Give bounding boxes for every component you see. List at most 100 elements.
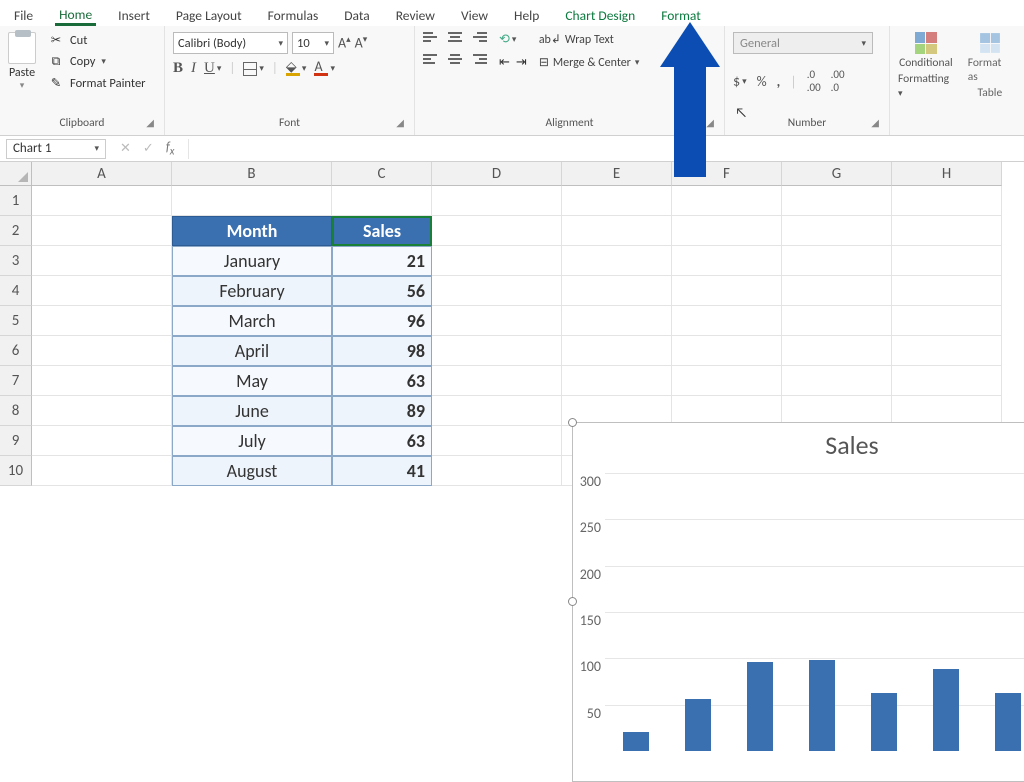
dialog-launcher-icon[interactable]: ◢ (871, 116, 879, 129)
cell[interactable] (892, 186, 1002, 216)
cell[interactable]: 63 (332, 426, 432, 456)
cell[interactable]: 96 (332, 306, 432, 336)
cell[interactable]: July (172, 426, 332, 456)
cell[interactable] (562, 276, 672, 306)
fill-color-button[interactable]: ⬙▾ (286, 61, 307, 76)
col-header[interactable]: G (782, 162, 892, 186)
cell[interactable] (432, 426, 562, 456)
cell[interactable] (432, 306, 562, 336)
cell[interactable]: May (172, 366, 332, 396)
menu-pagelayout[interactable]: Page Layout (172, 5, 246, 26)
cell[interactable] (562, 306, 672, 336)
increase-font-icon[interactable]: A▴ (338, 34, 351, 52)
underline-button[interactable]: U▾ (204, 60, 221, 77)
dialog-launcher-icon[interactable]: ◢ (146, 116, 154, 129)
cancel-icon[interactable]: ✕ (120, 141, 131, 156)
menu-help[interactable]: Help (510, 5, 543, 26)
cell[interactable] (672, 336, 782, 366)
font-name-combo[interactable]: Calibri (Body)▾ (173, 32, 288, 54)
menu-insert[interactable]: Insert (114, 5, 154, 26)
paste-button[interactable]: Paste ▾ (8, 32, 36, 91)
cell[interactable] (32, 216, 172, 246)
fx-icon[interactable]: fx (166, 140, 175, 158)
cell[interactable] (432, 246, 562, 276)
chart-bar[interactable] (685, 699, 711, 751)
row-header[interactable]: 6 (0, 336, 32, 366)
menu-data[interactable]: Data (340, 5, 373, 26)
cell[interactable] (782, 306, 892, 336)
cell[interactable] (432, 336, 562, 366)
cell[interactable] (782, 216, 892, 246)
cell[interactable] (782, 366, 892, 396)
col-header[interactable]: H (892, 162, 1002, 186)
row-header[interactable]: 9 (0, 426, 32, 456)
cell[interactable] (32, 306, 172, 336)
menu-review[interactable]: Review (392, 5, 439, 26)
cell[interactable]: February (172, 276, 332, 306)
chart-title[interactable]: Sales (573, 423, 1024, 463)
cell[interactable] (672, 216, 782, 246)
cell[interactable] (172, 186, 332, 216)
column-headers[interactable]: A B C D E F G H (32, 162, 1024, 186)
wrap-text-button[interactable]: ab↲Wrap Text (539, 32, 640, 47)
row-header[interactable]: 7 (0, 366, 32, 396)
cell[interactable]: 41 (332, 456, 432, 486)
cell[interactable] (672, 186, 782, 216)
cell[interactable]: 56 (332, 276, 432, 306)
cell[interactable]: 89 (332, 396, 432, 426)
cell[interactable] (432, 456, 562, 486)
cell[interactable]: 98 (332, 336, 432, 366)
cell[interactable] (782, 276, 892, 306)
cell[interactable]: March (172, 306, 332, 336)
menu-file[interactable]: File (10, 5, 37, 26)
cell[interactable]: August (172, 456, 332, 486)
menu-chartdesign[interactable]: Chart Design (561, 5, 639, 26)
accounting-format-button[interactable]: $ ▾ (733, 73, 747, 90)
cell[interactable] (32, 426, 172, 456)
chart-bar[interactable] (933, 669, 959, 751)
col-header[interactable]: D (432, 162, 562, 186)
italic-button[interactable]: I (191, 60, 196, 77)
row-header[interactable]: 4 (0, 276, 32, 306)
chart-plot-area[interactable]: 30025020015010050 (605, 473, 1024, 751)
comma-style-button[interactable]: , (777, 73, 781, 90)
cell[interactable] (32, 186, 172, 216)
font-color-button[interactable]: A▾ (314, 61, 335, 76)
cell[interactable] (32, 366, 172, 396)
font-size-combo[interactable]: 10▾ (292, 32, 334, 54)
cell[interactable] (432, 276, 562, 306)
worksheet-grid[interactable]: A B C D E F G H 12MonthSales3January214F… (0, 162, 1024, 486)
cell[interactable] (672, 306, 782, 336)
cell[interactable] (782, 336, 892, 366)
cell[interactable] (332, 186, 432, 216)
number-format-combo[interactable]: General▾ (733, 32, 873, 54)
col-header[interactable]: B (172, 162, 332, 186)
resize-handle[interactable] (568, 418, 577, 427)
decrease-indent-button[interactable]: ⇤ (499, 55, 510, 70)
alignment-buttons[interactable] (423, 32, 487, 70)
cell[interactable] (562, 366, 672, 396)
decrease-font-icon[interactable]: A▾ (355, 34, 368, 52)
row-header[interactable]: 1 (0, 186, 32, 216)
chart-bar[interactable] (809, 660, 835, 751)
dialog-launcher-icon[interactable]: ◢ (396, 116, 404, 129)
row-header[interactable]: 8 (0, 396, 32, 426)
merge-center-button[interactable]: ⊟Merge & Center ▾ (539, 55, 640, 70)
increase-decimal-button[interactable]: .0.00 (807, 68, 821, 94)
menu-home[interactable]: Home (55, 4, 96, 26)
cell[interactable]: 21 (332, 246, 432, 276)
row-header[interactable]: 3 (0, 246, 32, 276)
cell[interactable]: Sales (332, 216, 432, 246)
cell[interactable] (672, 276, 782, 306)
row-header[interactable]: 2 (0, 216, 32, 246)
menu-formulas[interactable]: Formulas (264, 5, 323, 26)
copy-button[interactable]: ⧉Copy ▾ (48, 54, 146, 69)
name-box[interactable]: Chart 1▾ (6, 139, 106, 159)
cell[interactable] (32, 456, 172, 486)
cell[interactable]: Month (172, 216, 332, 246)
cell[interactable] (672, 366, 782, 396)
chart-bar[interactable] (623, 732, 649, 751)
chevron-down-icon[interactable]: ▾ (20, 80, 25, 91)
cell[interactable]: June (172, 396, 332, 426)
cell[interactable] (432, 396, 562, 426)
